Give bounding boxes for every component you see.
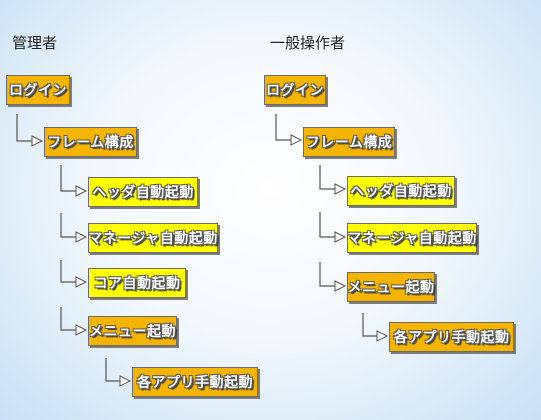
operator-login-box: ログイン <box>264 75 326 105</box>
connector-arrow <box>319 165 335 190</box>
connector-arrowhead <box>75 185 88 197</box>
connector-arrow <box>275 114 291 141</box>
connector-arrow <box>319 262 335 287</box>
admin-heading: 管理者 <box>12 34 58 52</box>
admin-menu-start-box: メニュー起動 <box>88 316 177 346</box>
admin-frame-box: フレーム構成 <box>44 127 137 157</box>
connector-arrowhead <box>376 330 389 342</box>
flow-diagram: 管理者 ログイン フレーム構成 ヘッダ自動起動 マネージャ自動起動 コア自動起動… <box>0 0 541 420</box>
connector-arrowhead <box>334 231 347 243</box>
connector-arrowhead <box>31 135 44 147</box>
operator-heading: 一般操作者 <box>270 34 346 52</box>
connector-arrow <box>60 165 76 192</box>
connector-arrowhead <box>290 134 303 146</box>
operator-app-manual-start-box: 各アプリ手動起動 <box>389 322 514 352</box>
connector-arrow <box>60 307 76 331</box>
connector-layer <box>16 114 389 387</box>
connector-arrow <box>105 358 120 382</box>
connector-arrowhead <box>119 375 132 387</box>
operator-frame-box: フレーム構成 <box>303 127 395 157</box>
admin-manager-autostart-box: マネージャ自動起動 <box>88 223 218 253</box>
connector-arrow <box>362 313 377 337</box>
admin-app-manual-start-box: 各アプリ手動起動 <box>132 367 258 397</box>
admin-core-autostart-box: コア自動起動 <box>88 268 186 298</box>
operator-header-autostart-box: ヘッダ自動起動 <box>347 176 455 206</box>
connector-arrowhead <box>334 280 347 292</box>
connector-arrowhead <box>75 276 88 288</box>
connector-arrowhead <box>75 324 88 336</box>
connector-arrow <box>60 213 76 238</box>
connector-arrow <box>60 260 76 283</box>
connector-arrowhead <box>75 231 88 243</box>
connector-arrow <box>16 114 32 142</box>
connector-arrow <box>319 212 335 238</box>
admin-header-autostart-box: ヘッダ自動起動 <box>88 177 198 207</box>
connector-arrowhead <box>334 183 347 195</box>
admin-login-box: ログイン <box>6 75 70 105</box>
operator-manager-autostart-box: マネージャ自動起動 <box>347 223 477 253</box>
operator-menu-start-box: メニュー起動 <box>347 272 435 302</box>
